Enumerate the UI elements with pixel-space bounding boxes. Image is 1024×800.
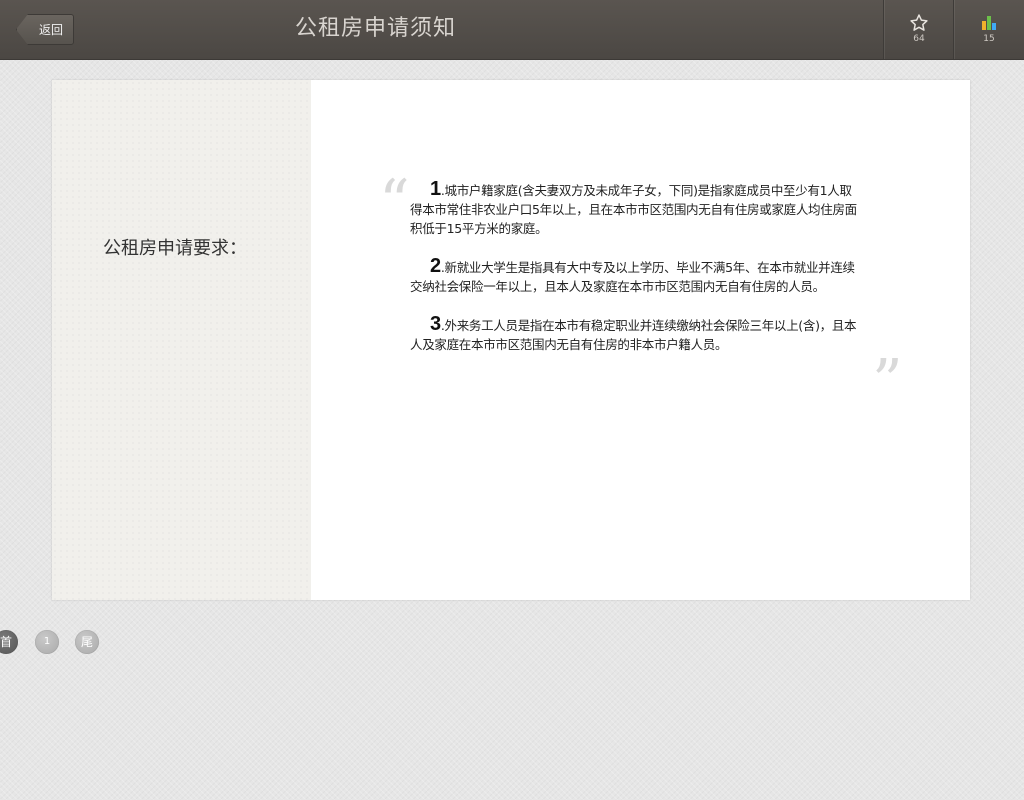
last-page-button[interactable]: 尾 [75,630,99,654]
open-quote-mark: “ [379,167,410,237]
close-quote-mark: ” [872,347,903,417]
requirement-number: 2 [430,255,441,277]
pager: 首 1 尾 [0,630,120,656]
bar-chart-icon [982,16,996,30]
requirement-number: 3 [430,313,441,335]
back-button[interactable]: 返回 [16,14,74,45]
requirement-text: .外来务工人员是指在本市有稳定职业并连续缴纳社会保险三年以上(含)，且本人及家庭… [410,318,857,352]
page-title: 公租房申请须知 [295,16,457,41]
requirement-item: 1.城市户籍家庭(含夫妻双方及未成年子女，下同)是指家庭成员中至少有1人取得本市… [410,178,860,238]
card-sidebar: 公租房申请要求： [52,80,311,600]
content-card: 公租房申请要求： “ 1.城市户籍家庭(含夫妻双方及未成年子女，下同)是指家庭成… [52,80,970,600]
stats-count: 15 [983,34,995,44]
requirement-item: 3.外来务工人员是指在本市有稳定职业并连续缴纳社会保险三年以上(含)，且本人及家… [410,313,860,354]
top-bar: 返回 公租房申请须知 64 15 [0,0,1024,60]
page-1-button[interactable]: 1 [35,630,59,654]
favorite-button[interactable]: 64 [884,0,954,59]
star-icon [910,14,928,31]
section-heading: 公租房申请要求： [103,238,247,259]
first-page-button[interactable]: 首 [0,630,18,654]
requirement-number: 1 [430,178,441,200]
requirements-list: 1.城市户籍家庭(含夫妻双方及未成年子女，下同)是指家庭成员中至少有1人取得本市… [410,178,860,373]
favorite-count: 64 [913,34,925,44]
requirement-item: 2.新就业大学生是指具有大中专及以上学历、毕业不满5年、在本市就业并连续交纳社会… [410,255,860,296]
stats-button[interactable]: 15 [954,0,1024,59]
requirement-text: .城市户籍家庭(含夫妻双方及未成年子女，下同)是指家庭成员中至少有1人取得本市常… [410,183,857,236]
requirement-text: .新就业大学生是指具有大中专及以上学历、毕业不满5年、在本市就业并连续交纳社会保… [410,260,855,294]
